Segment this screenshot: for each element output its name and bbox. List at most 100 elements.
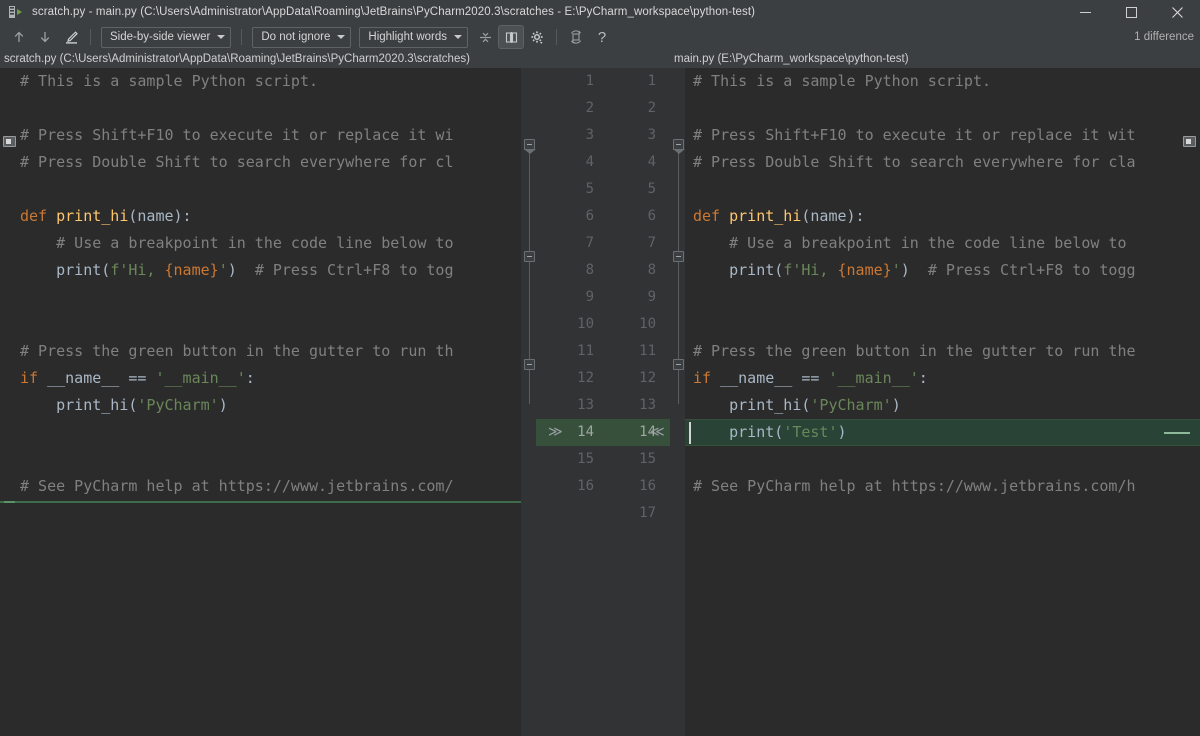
fold-marker-icon[interactable] (673, 359, 684, 370)
code-line[interactable]: print_hi('PyCharm') (20, 392, 521, 419)
code-line[interactable]: # This is a sample Python script. (693, 68, 1200, 95)
gutter-row[interactable]: 55 (536, 176, 670, 203)
viewer-mode-dropdown[interactable]: Side-by-side viewer (101, 27, 231, 48)
apply-to-left-chevron-icon[interactable]: ≫ (548, 419, 563, 446)
code-line[interactable]: # Press the green button in the gutter t… (20, 338, 521, 365)
right-line-number: 13 (598, 392, 660, 419)
apply-to-right-chevron-icon[interactable]: ≪ (650, 419, 665, 446)
code-line[interactable] (20, 419, 521, 446)
code-line[interactable]: print('Test') (693, 419, 1200, 446)
gutter-row[interactable]: 22 (536, 95, 670, 122)
gutter-row[interactable]: 1515 (536, 446, 670, 473)
code-line[interactable]: print(f'Hi, {name}') # Press Ctrl+F8 to … (693, 257, 1200, 284)
window-title: scratch.py - main.py (C:\Users\Administr… (32, 6, 755, 18)
code-line[interactable]: def print_hi(name): (693, 203, 1200, 230)
right-fold-gutter[interactable] (670, 68, 685, 736)
code-line[interactable]: # Press the green button in the gutter t… (693, 338, 1200, 365)
highlight-mode-dropdown[interactable]: Highlight words (359, 27, 468, 48)
gutter-row[interactable]: 1111 (536, 338, 670, 365)
gear-icon[interactable] (525, 26, 549, 48)
right-file-path[interactable]: main.py (E:\PyCharm_workspace\python-tes… (670, 50, 1200, 68)
minimize-icon[interactable] (1062, 0, 1108, 24)
left-editor-pane[interactable]: # This is a sample Python script. # Pres… (0, 68, 521, 736)
next-difference-icon[interactable] (33, 26, 57, 48)
code-line[interactable] (20, 95, 521, 122)
gutter-row[interactable]: 33 (536, 122, 670, 149)
left-file-path[interactable]: scratch.py (C:\Users\Administrator\AppDa… (0, 50, 536, 68)
fold-collapse-icon[interactable] (524, 139, 535, 150)
code-line[interactable]: # Use a breakpoint in the code line belo… (693, 230, 1200, 257)
code-line[interactable]: print_hi('PyCharm') (693, 392, 1200, 419)
code-line[interactable] (20, 176, 521, 203)
code-line[interactable] (693, 500, 1200, 527)
expand-in-popup-icon[interactable] (3, 136, 16, 147)
code-line[interactable]: if __name__ == '__main__': (693, 365, 1200, 392)
gutter-row[interactable]: ≫1414≪ (536, 419, 670, 446)
code-token: ' (219, 261, 228, 279)
help-icon[interactable]: ? (590, 26, 614, 48)
right-insertion-dash (1164, 432, 1190, 434)
code-line[interactable]: # Press Double Shift to search everywher… (20, 149, 521, 176)
collapse-unchanged-fragments-icon[interactable] (473, 26, 497, 48)
code-token: ) (901, 261, 928, 279)
gutter-row[interactable]: 77 (536, 230, 670, 257)
difference-count: 1 difference (1134, 31, 1194, 43)
code-token: # See PyCharm help at https://www.jetbra… (693, 477, 1136, 495)
close-icon[interactable] (1154, 0, 1200, 24)
window-controls (1062, 0, 1200, 24)
annotate-icon[interactable] (59, 26, 83, 48)
code-line[interactable]: # Press Shift+F10 to execute it or repla… (20, 122, 521, 149)
left-line-number: 15 (536, 446, 598, 473)
gutter-row[interactable]: 88 (536, 257, 670, 284)
right-editor-pane[interactable]: # This is a sample Python script. # Pres… (685, 68, 1200, 736)
code-line[interactable] (20, 284, 521, 311)
right-code-content[interactable]: # This is a sample Python script. # Pres… (685, 68, 1200, 527)
gutter-row[interactable]: 1212 (536, 365, 670, 392)
gutter-row[interactable]: 11 (536, 68, 670, 95)
synchronize-scrolling-icon[interactable] (499, 26, 523, 48)
code-line[interactable]: # Press Double Shift to search everywher… (693, 149, 1200, 176)
left-line-number: 14 (536, 419, 598, 446)
code-line[interactable]: # See PyCharm help at https://www.jetbra… (693, 473, 1200, 500)
code-line[interactable]: # Use a breakpoint in the code line belo… (20, 230, 521, 257)
left-code-content[interactable]: # This is a sample Python script. # Pres… (0, 68, 521, 500)
gutter-row[interactable]: 1616 (536, 473, 670, 500)
code-token: __name__ == (47, 369, 155, 387)
left-insertion-marker-line (0, 501, 521, 503)
code-token: : (246, 369, 255, 387)
maximize-icon[interactable] (1108, 0, 1154, 24)
gutter-row[interactable]: 66 (536, 203, 670, 230)
previous-difference-icon[interactable] (7, 26, 31, 48)
fold-marker-icon[interactable] (673, 251, 684, 262)
fold-marker-icon[interactable] (524, 359, 535, 370)
swap-sides-icon[interactable] (564, 26, 588, 48)
expand-in-popup-icon[interactable] (1183, 136, 1196, 147)
code-line[interactable]: # This is a sample Python script. (20, 68, 521, 95)
gutter-row[interactable]: 17 (536, 500, 670, 527)
code-line[interactable]: def print_hi(name): (20, 203, 521, 230)
fold-marker-icon[interactable] (524, 251, 535, 262)
help-label: ? (598, 29, 606, 46)
diff-line-number-gutter[interactable]: 1122334455667788991010111112121313≫1414≪… (536, 68, 670, 736)
code-line[interactable]: if __name__ == '__main__': (20, 365, 521, 392)
code-line[interactable] (693, 284, 1200, 311)
code-line[interactable]: print(f'Hi, {name}') # Press Ctrl+F8 to … (20, 257, 521, 284)
viewer-mode-label: Side-by-side viewer (110, 31, 210, 43)
text-caret (689, 422, 691, 444)
gutter-row[interactable]: 1313 (536, 392, 670, 419)
gutter-row[interactable]: 44 (536, 149, 670, 176)
code-line[interactable] (693, 95, 1200, 122)
code-line[interactable] (693, 311, 1200, 338)
gutter-row[interactable]: 99 (536, 284, 670, 311)
fold-collapse-icon[interactable] (673, 139, 684, 150)
ignore-policy-dropdown[interactable]: Do not ignore (252, 27, 351, 48)
code-line[interactable] (20, 311, 521, 338)
code-line[interactable] (693, 446, 1200, 473)
gutter-row[interactable]: 1010 (536, 311, 670, 338)
code-line[interactable]: # Press Shift+F10 to execute it or repla… (693, 122, 1200, 149)
code-token: ' (892, 261, 901, 279)
left-fold-gutter[interactable] (521, 68, 536, 736)
code-line[interactable] (20, 446, 521, 473)
code-line[interactable]: # See PyCharm help at https://www.jetbra… (20, 473, 521, 500)
code-line[interactable] (693, 176, 1200, 203)
